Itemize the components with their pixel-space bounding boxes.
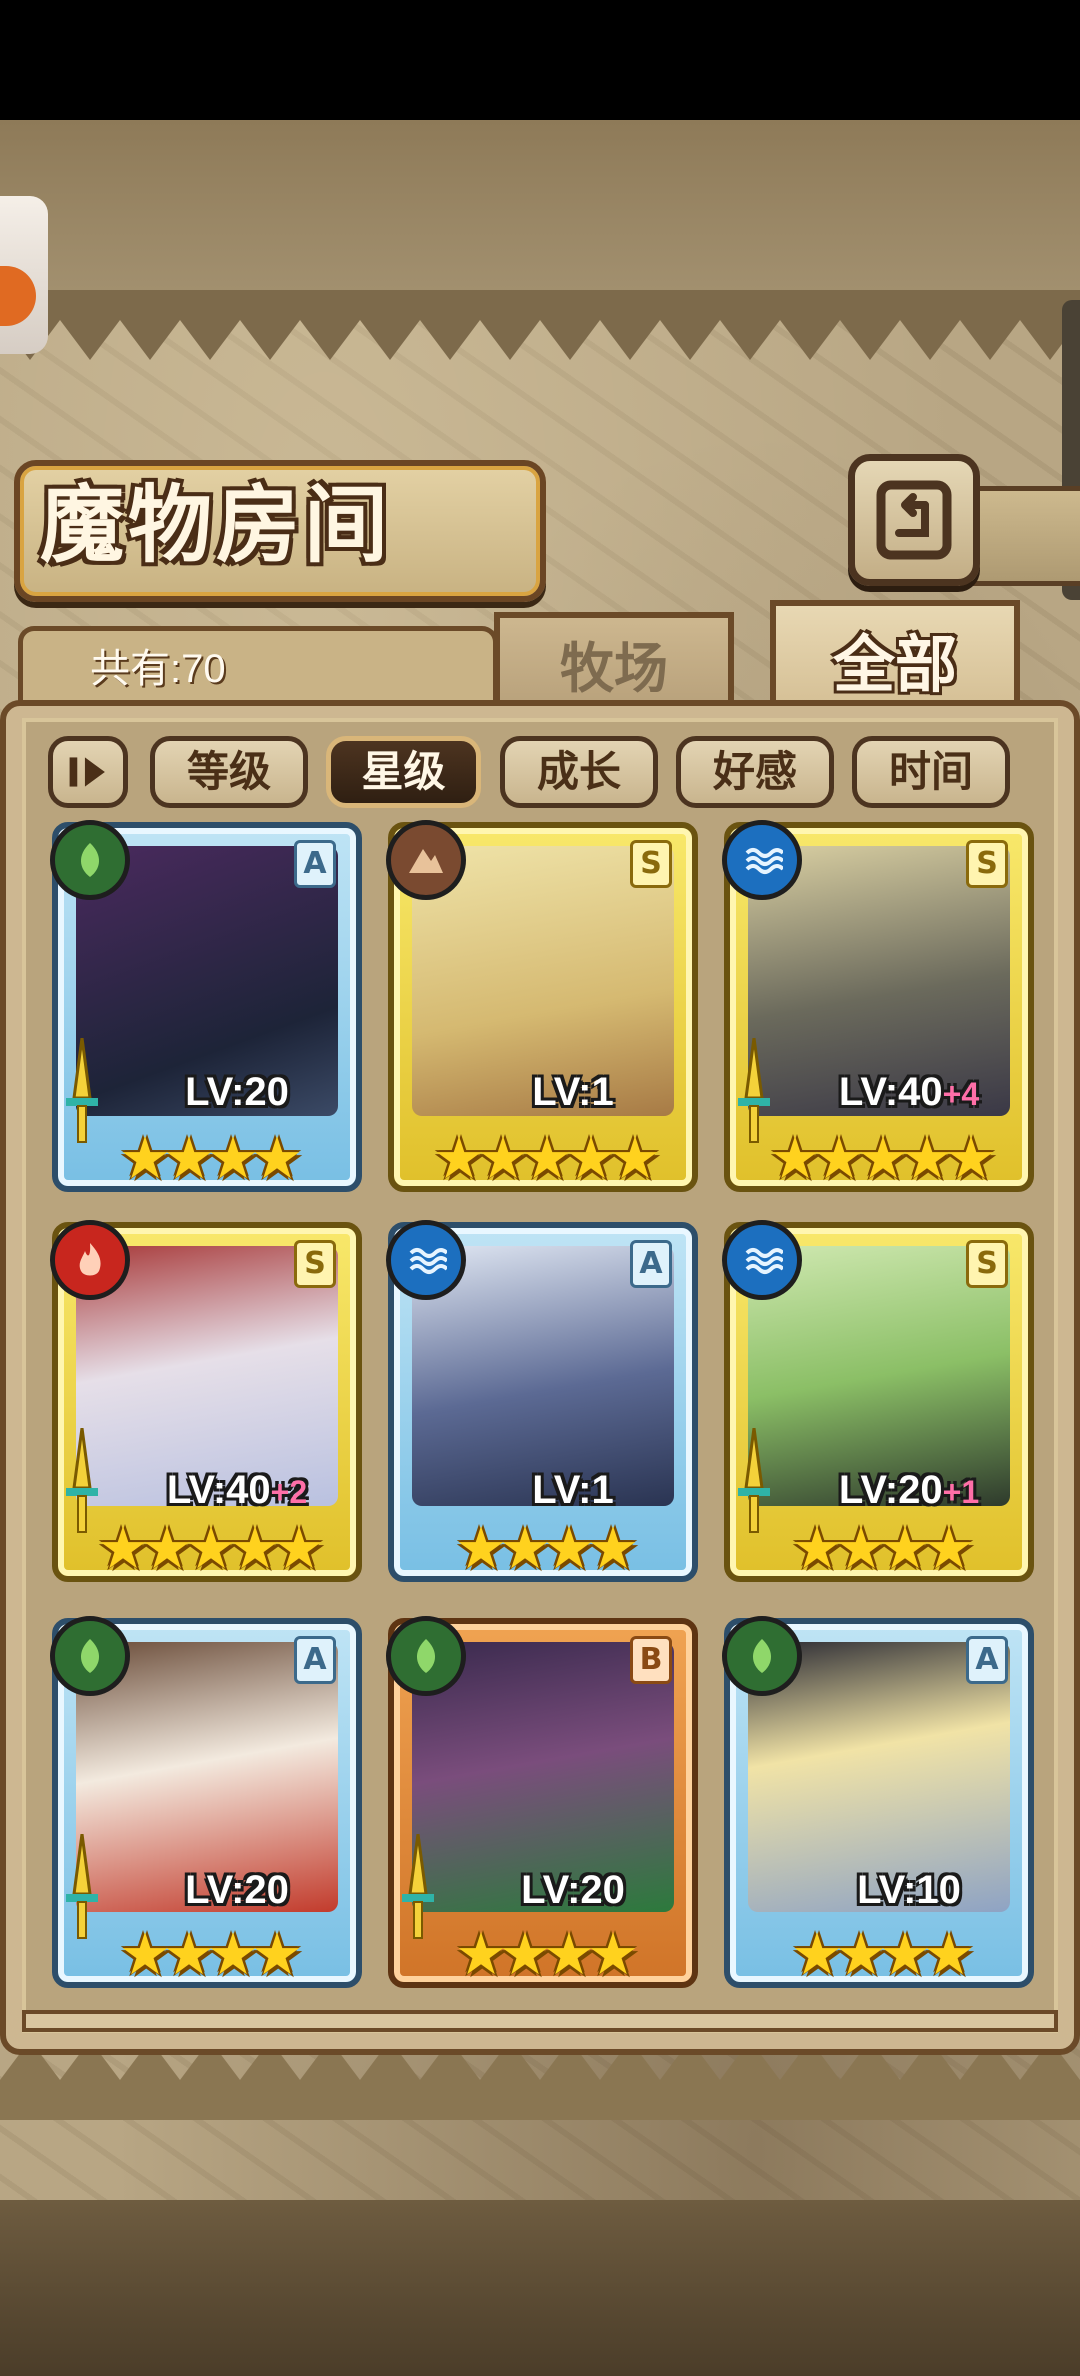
sort-order-toggle[interactable] xyxy=(48,736,128,808)
star-rating: ★★★★ xyxy=(791,1514,975,1582)
sort-order-icon xyxy=(69,757,105,787)
rank-badge: S xyxy=(630,840,672,888)
grass-element-icon xyxy=(50,820,130,900)
grass-element-icon xyxy=(50,1616,130,1696)
level-value: LV:10 xyxy=(857,1868,961,1912)
panel-bottom-rail xyxy=(22,2010,1058,2032)
grass-element-icon xyxy=(722,1616,802,1696)
top-map-band xyxy=(0,120,1080,300)
rank-badge: A xyxy=(294,1636,336,1684)
monster-card[interactable]: B LV:20 ★★★★ xyxy=(386,1616,698,1988)
rank-badge: A xyxy=(630,1240,672,1288)
app-logo-icon[interactable] xyxy=(0,196,48,354)
rank-badge: A xyxy=(966,1636,1008,1684)
star-rating: ★★★★ xyxy=(791,1920,975,1988)
level-label: LV:40+2 xyxy=(128,1468,346,1513)
page-title: 魔物房间 xyxy=(40,475,393,574)
level-value: LV:40 xyxy=(838,1070,943,1114)
monster-card[interactable]: S LV:1 ★★★★★ xyxy=(386,820,698,1192)
monster-card[interactable]: A LV:20 ★★★★ xyxy=(50,1616,362,1988)
zigzag-border-top xyxy=(0,290,1080,360)
rank-badge: S xyxy=(294,1240,336,1288)
level-label: LV:20 xyxy=(464,1868,682,1913)
level-value: LV:20 xyxy=(185,1868,289,1912)
sort-level-button[interactable]: 等级 xyxy=(150,736,308,808)
back-button[interactable] xyxy=(848,454,980,586)
rank-badge: S xyxy=(966,1240,1008,1288)
rank-badge: S xyxy=(966,840,1008,888)
rank-badge: B xyxy=(630,1636,672,1684)
grass-element-icon xyxy=(386,1616,466,1696)
star-rating: ★★★★★ xyxy=(97,1514,325,1582)
level-label: LV:1 xyxy=(464,1070,682,1115)
sort-star-button[interactable]: 星级 xyxy=(326,736,481,808)
star-rating: ★★★★ xyxy=(119,1920,303,1988)
water-element-icon xyxy=(722,820,802,900)
level-label: LV:20 xyxy=(128,1070,346,1115)
tab-ranch[interactable]: 牧场 xyxy=(494,612,734,712)
level-value: LV:40 xyxy=(166,1468,271,1512)
level-value: LV:1 xyxy=(532,1468,614,1512)
monster-card[interactable]: S LV:20+1 ★★★★ xyxy=(722,1220,1034,1582)
level-bonus: +4 xyxy=(942,1076,980,1112)
sort-time-button[interactable]: 时间 xyxy=(852,736,1010,808)
star-rating: ★★★★★ xyxy=(769,1124,997,1192)
star-rating: ★★★★ xyxy=(455,1514,639,1582)
level-label: LV:20+1 xyxy=(800,1468,1018,1513)
level-label: LV:10 xyxy=(800,1868,1018,1913)
monster-card[interactable]: A LV:20 ★★★★ xyxy=(50,820,362,1192)
bottom-map-band xyxy=(0,2200,1080,2376)
level-label: LV:40+4 xyxy=(800,1070,1018,1115)
monster-card[interactable]: A LV:1 ★★★★ xyxy=(386,1220,698,1582)
sort-growth-button[interactable]: 成长 xyxy=(500,736,658,808)
level-label: LV:20 xyxy=(128,1868,346,1913)
level-value: LV:1 xyxy=(532,1070,614,1114)
level-label: LV:1 xyxy=(464,1468,682,1513)
status-bar xyxy=(0,0,1080,120)
water-element-icon xyxy=(722,1220,802,1300)
back-arrow-icon xyxy=(876,480,952,560)
level-value: LV:20 xyxy=(838,1468,943,1512)
monster-card[interactable]: A LV:10 ★★★★ xyxy=(722,1616,1034,1988)
monster-card[interactable]: S LV:40+2 ★★★★★ xyxy=(50,1220,362,1582)
level-value: LV:20 xyxy=(185,1070,289,1114)
monster-count: 共有:70 xyxy=(90,647,226,691)
earth-element-icon xyxy=(386,820,466,900)
fire-element-icon xyxy=(50,1220,130,1300)
level-bonus: +1 xyxy=(942,1474,980,1510)
level-bonus: +2 xyxy=(270,1474,308,1510)
star-rating: ★★★★★ xyxy=(433,1124,661,1192)
star-rating: ★★★★ xyxy=(119,1124,303,1192)
monster-card[interactable]: S LV:40+4 ★★★★★ xyxy=(722,820,1034,1192)
rank-badge: A xyxy=(294,840,336,888)
level-value: LV:20 xyxy=(521,1868,625,1912)
sort-affinity-button[interactable]: 好感 xyxy=(676,736,834,808)
star-rating: ★★★★ xyxy=(455,1920,639,1988)
water-element-icon xyxy=(386,1220,466,1300)
